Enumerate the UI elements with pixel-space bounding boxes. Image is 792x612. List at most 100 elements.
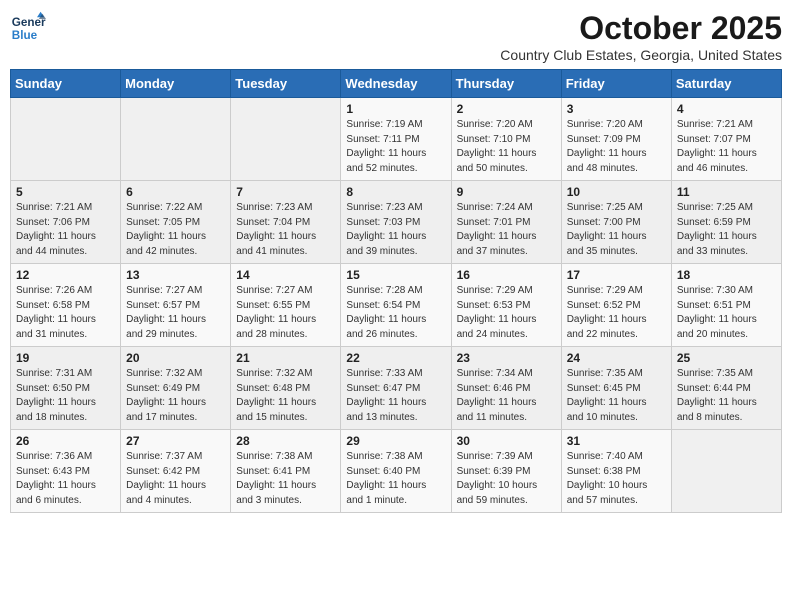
weekday-header: Wednesday bbox=[341, 70, 451, 98]
day-number: 10 bbox=[567, 185, 666, 199]
day-info: Sunrise: 7:31 AM Sunset: 6:50 PM Dayligh… bbox=[16, 367, 115, 425]
calendar-cell: 22 Sunrise: 7:33 AM Sunset: 6:47 PM Dayli… bbox=[341, 347, 451, 430]
calendar-week-row: 19Sunrise: 7:31 AM Sunset: 6:50 PM Dayli… bbox=[11, 347, 782, 430]
day-number: 25 bbox=[677, 351, 776, 365]
calendar-cell: 10 Sunrise: 7:25 AM Sunset: 7:00 PM Dayli… bbox=[561, 181, 671, 264]
day-number: 11 bbox=[677, 185, 776, 199]
calendar-cell: 7 Sunrise: 7:23 AM Sunset: 7:04 PM Daylig… bbox=[231, 181, 341, 264]
day-number: 1 bbox=[346, 102, 445, 116]
month-title: October 2025 bbox=[500, 10, 782, 47]
day-number: 3 bbox=[567, 102, 666, 116]
day-number: 12 bbox=[16, 268, 115, 282]
day-number: 26 bbox=[16, 434, 115, 448]
calendar-cell: 9Sunrise: 7:24 AM Sunset: 7:01 PM Daylig… bbox=[451, 181, 561, 264]
calendar-cell: 29Sunrise: 7:38 AM Sunset: 6:40 PM Dayli… bbox=[341, 430, 451, 513]
weekday-row: SundayMondayTuesdayWednesdayThursdayFrid… bbox=[11, 70, 782, 98]
calendar-header: SundayMondayTuesdayWednesdayThursdayFrid… bbox=[11, 70, 782, 98]
calendar-cell: 27 Sunrise: 7:37 AM Sunset: 6:42 PM Dayli… bbox=[121, 430, 231, 513]
day-number: 24 bbox=[567, 351, 666, 365]
day-info: Sunrise: 7:23 AM Sunset: 7:03 PM Dayligh… bbox=[346, 201, 445, 259]
day-number: 30 bbox=[457, 434, 556, 448]
calendar-body: 1 Sunrise: 7:19 AM Sunset: 7:11 PM Daylig… bbox=[11, 98, 782, 513]
day-number: 2 bbox=[457, 102, 556, 116]
day-info: Sunrise: 7:32 AM Sunset: 6:48 PM Dayligh… bbox=[236, 367, 335, 425]
calendar-cell: 26 Sunrise: 7:36 AM Sunset: 6:43 PM Dayli… bbox=[11, 430, 121, 513]
day-info: Sunrise: 7:35 AM Sunset: 6:44 PM Dayligh… bbox=[677, 367, 776, 425]
weekday-header: Sunday bbox=[11, 70, 121, 98]
day-info: Sunrise: 7:21 AM Sunset: 7:06 PM Dayligh… bbox=[16, 201, 115, 259]
day-info: Sunrise: 7:34 AM Sunset: 6:46 PM Dayligh… bbox=[457, 367, 556, 425]
day-info: Sunrise: 7:27 AM Sunset: 6:57 PM Dayligh… bbox=[126, 284, 225, 342]
calendar-cell: 11Sunrise: 7:25 AM Sunset: 6:59 PM Dayli… bbox=[671, 181, 781, 264]
calendar-cell: 8 Sunrise: 7:23 AM Sunset: 7:03 PM Daylig… bbox=[341, 181, 451, 264]
day-number: 5 bbox=[16, 185, 115, 199]
day-info: Sunrise: 7:25 AM Sunset: 7:00 PM Dayligh… bbox=[567, 201, 666, 259]
day-number: 4 bbox=[677, 102, 776, 116]
day-info: Sunrise: 7:21 AM Sunset: 7:07 PM Dayligh… bbox=[677, 118, 776, 176]
day-info: Sunrise: 7:33 AM Sunset: 6:47 PM Dayligh… bbox=[346, 367, 445, 425]
day-number: 22 bbox=[346, 351, 445, 365]
day-info: Sunrise: 7:23 AM Sunset: 7:04 PM Dayligh… bbox=[236, 201, 335, 259]
day-info: Sunrise: 7:38 AM Sunset: 6:41 PM Dayligh… bbox=[236, 450, 335, 508]
logo-icon: General Blue bbox=[10, 10, 46, 46]
day-info: Sunrise: 7:29 AM Sunset: 6:53 PM Dayligh… bbox=[457, 284, 556, 342]
calendar-cell bbox=[11, 98, 121, 181]
day-info: Sunrise: 7:32 AM Sunset: 6:49 PM Dayligh… bbox=[126, 367, 225, 425]
day-number: 15 bbox=[346, 268, 445, 282]
day-number: 20 bbox=[126, 351, 225, 365]
svg-text:Blue: Blue bbox=[12, 29, 38, 42]
calendar-cell: 21Sunrise: 7:32 AM Sunset: 6:48 PM Dayli… bbox=[231, 347, 341, 430]
day-info: Sunrise: 7:28 AM Sunset: 6:54 PM Dayligh… bbox=[346, 284, 445, 342]
page-header: General Blue October 2025 Country Club E… bbox=[10, 10, 782, 63]
calendar-cell bbox=[231, 98, 341, 181]
day-info: Sunrise: 7:35 AM Sunset: 6:45 PM Dayligh… bbox=[567, 367, 666, 425]
day-info: Sunrise: 7:30 AM Sunset: 6:51 PM Dayligh… bbox=[677, 284, 776, 342]
calendar-cell: 4 Sunrise: 7:21 AM Sunset: 7:07 PM Daylig… bbox=[671, 98, 781, 181]
calendar-cell: 15 Sunrise: 7:28 AM Sunset: 6:54 PM Dayli… bbox=[341, 264, 451, 347]
calendar-cell: 6 Sunrise: 7:22 AM Sunset: 7:05 PM Daylig… bbox=[121, 181, 231, 264]
location-subtitle: Country Club Estates, Georgia, United St… bbox=[500, 47, 782, 63]
day-number: 31 bbox=[567, 434, 666, 448]
weekday-header: Tuesday bbox=[231, 70, 341, 98]
day-number: 9 bbox=[457, 185, 556, 199]
day-info: Sunrise: 7:36 AM Sunset: 6:43 PM Dayligh… bbox=[16, 450, 115, 508]
calendar-cell: 28 Sunrise: 7:38 AM Sunset: 6:41 PM Dayli… bbox=[231, 430, 341, 513]
day-info: Sunrise: 7:26 AM Sunset: 6:58 PM Dayligh… bbox=[16, 284, 115, 342]
calendar-week-row: 1 Sunrise: 7:19 AM Sunset: 7:11 PM Daylig… bbox=[11, 98, 782, 181]
day-number: 16 bbox=[457, 268, 556, 282]
calendar-cell: 5 Sunrise: 7:21 AM Sunset: 7:06 PM Daylig… bbox=[11, 181, 121, 264]
day-number: 8 bbox=[346, 185, 445, 199]
day-info: Sunrise: 7:19 AM Sunset: 7:11 PM Dayligh… bbox=[346, 118, 445, 176]
calendar-cell: 16 Sunrise: 7:29 AM Sunset: 6:53 PM Dayli… bbox=[451, 264, 561, 347]
day-number: 27 bbox=[126, 434, 225, 448]
day-number: 13 bbox=[126, 268, 225, 282]
calendar-cell: 13 Sunrise: 7:27 AM Sunset: 6:57 PM Dayli… bbox=[121, 264, 231, 347]
calendar-cell bbox=[671, 430, 781, 513]
calendar-cell: 1 Sunrise: 7:19 AM Sunset: 7:11 PM Daylig… bbox=[341, 98, 451, 181]
day-number: 23 bbox=[457, 351, 556, 365]
day-info: Sunrise: 7:40 AM Sunset: 6:38 PM Dayligh… bbox=[567, 450, 666, 508]
weekday-header: Thursday bbox=[451, 70, 561, 98]
calendar-cell: 3Sunrise: 7:20 AM Sunset: 7:09 PM Daylig… bbox=[561, 98, 671, 181]
calendar-cell: 31 Sunrise: 7:40 AM Sunset: 6:38 PM Dayli… bbox=[561, 430, 671, 513]
day-info: Sunrise: 7:27 AM Sunset: 6:55 PM Dayligh… bbox=[236, 284, 335, 342]
calendar-cell: 25 Sunrise: 7:35 AM Sunset: 6:44 PM Dayli… bbox=[671, 347, 781, 430]
calendar-cell bbox=[121, 98, 231, 181]
day-info: Sunrise: 7:37 AM Sunset: 6:42 PM Dayligh… bbox=[126, 450, 225, 508]
day-number: 18 bbox=[677, 268, 776, 282]
day-number: 7 bbox=[236, 185, 335, 199]
logo: General Blue bbox=[10, 10, 46, 46]
calendar-week-row: 12 Sunrise: 7:26 AM Sunset: 6:58 PM Dayli… bbox=[11, 264, 782, 347]
calendar-week-row: 5 Sunrise: 7:21 AM Sunset: 7:06 PM Daylig… bbox=[11, 181, 782, 264]
calendar-cell: 20 Sunrise: 7:32 AM Sunset: 6:49 PM Dayli… bbox=[121, 347, 231, 430]
day-info: Sunrise: 7:39 AM Sunset: 6:39 PM Dayligh… bbox=[457, 450, 556, 508]
calendar-cell: 24 Sunrise: 7:35 AM Sunset: 6:45 PM Dayli… bbox=[561, 347, 671, 430]
day-number: 14 bbox=[236, 268, 335, 282]
calendar-cell: 30 Sunrise: 7:39 AM Sunset: 6:39 PM Dayli… bbox=[451, 430, 561, 513]
calendar-cell: 12 Sunrise: 7:26 AM Sunset: 6:58 PM Dayli… bbox=[11, 264, 121, 347]
weekday-header: Friday bbox=[561, 70, 671, 98]
day-number: 28 bbox=[236, 434, 335, 448]
day-info: Sunrise: 7:22 AM Sunset: 7:05 PM Dayligh… bbox=[126, 201, 225, 259]
day-number: 6 bbox=[126, 185, 225, 199]
calendar-cell: 14 Sunrise: 7:27 AM Sunset: 6:55 PM Dayli… bbox=[231, 264, 341, 347]
